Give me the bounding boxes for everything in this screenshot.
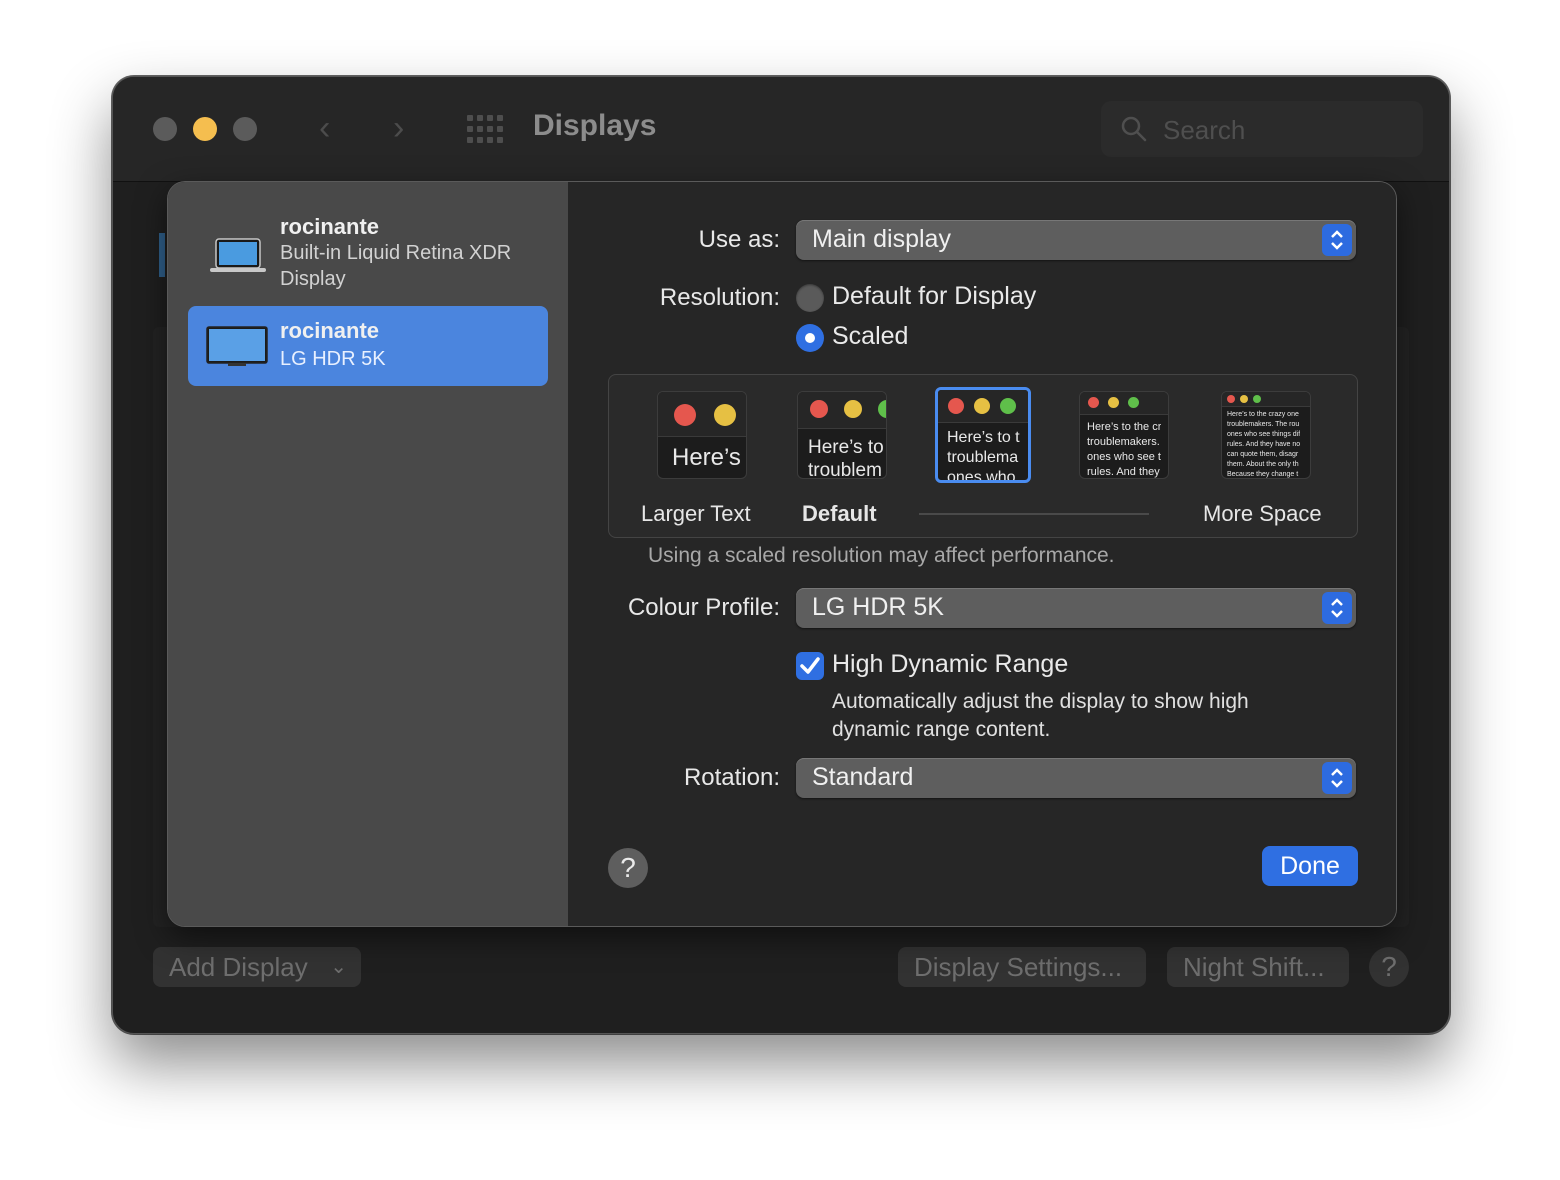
radio-scaled[interactable]: [796, 324, 824, 352]
scale-label-more-space: More Space: [1203, 501, 1322, 526]
display-name: rocinante: [280, 318, 380, 343]
display-settings-panel: Use as: Main display Resolution: Default…: [568, 182, 1396, 926]
window-dot-icon: [1000, 398, 1016, 414]
add-display-button[interactable]: Add Display ⌄: [153, 947, 361, 987]
displays-window: ‹ › Displays Search Add Display ⌄ Displa…: [112, 76, 1450, 1034]
display-name: rocinante: [280, 214, 380, 239]
back-chevron-icon[interactable]: ‹: [319, 111, 330, 145]
window-dot-icon: [674, 404, 696, 426]
help-button-background[interactable]: ?: [1369, 947, 1409, 987]
window-dot-icon: [1088, 397, 1099, 408]
colour-profile-value: LG HDR 5K: [812, 593, 944, 621]
hdr-label: High Dynamic Range: [832, 650, 1069, 678]
rotation-value: Standard: [812, 763, 914, 791]
monitor-icon: [206, 326, 268, 366]
hdr-description: Automatically adjust the display to show…: [832, 690, 1249, 741]
scale-preview-text: Here’s to t troublema ones who: [947, 429, 1020, 483]
laptop-icon: [210, 238, 266, 272]
performance-note: Using a scaled resolution may affect per…: [648, 544, 1115, 567]
display-settings-sheet: rocinante Built-in Liquid Retina XDR Dis…: [167, 181, 1397, 927]
use-as-popup[interactable]: Main display: [796, 220, 1356, 260]
search-placeholder: Search: [1163, 115, 1246, 145]
up-down-chevron-icon: [1322, 592, 1352, 624]
scale-label-larger-text: Larger Text: [641, 501, 751, 526]
radio-default-label: Default for Display: [832, 282, 1037, 310]
rotation-popup[interactable]: Standard: [796, 758, 1356, 798]
zoom-button[interactable]: [233, 117, 257, 141]
up-down-chevron-icon: [1322, 762, 1352, 794]
radio-default-for-display[interactable]: [796, 284, 824, 312]
scaled-resolution-picker: Here’s Here’s to troublem Here’s to t tr…: [608, 374, 1358, 538]
display-subtitle: Built-in Liquid Retina XDR Display: [280, 242, 512, 290]
window-dot-icon: [1253, 395, 1261, 403]
display-settings-button[interactable]: Display Settings...: [898, 947, 1146, 987]
scale-option-smaller[interactable]: Here’s to the cr troublemakers. ones who…: [1079, 391, 1169, 479]
scale-option-more-space[interactable]: Here’s to the crazy one troublemakers. T…: [1221, 391, 1311, 479]
colour-profile-label: Colour Profile:: [627, 594, 780, 621]
title-bar: ‹ › Displays Search: [113, 77, 1449, 182]
scale-label-default: Default: [802, 501, 877, 526]
window-dot-icon: [714, 404, 736, 426]
window-dot-icon: [810, 400, 828, 418]
chevron-down-icon: ⌄: [330, 956, 347, 978]
checkmark-icon: [800, 657, 820, 674]
scale-preview-text: Here’s to troublem: [808, 437, 884, 479]
scale-track-line: [919, 513, 1149, 515]
scale-preview-text: Here’s to the cr troublemakers. ones who…: [1087, 421, 1162, 478]
resolution-label: Resolution:: [659, 284, 780, 311]
window-dot-icon: [974, 398, 990, 414]
display-item-builtin[interactable]: rocinante Built-in Liquid Retina XDR Dis…: [188, 204, 548, 300]
scale-option-larger-text[interactable]: Here’s: [657, 391, 747, 479]
scale-preview-text: Here’s: [672, 444, 741, 471]
close-button[interactable]: [153, 117, 177, 141]
window-title: Displays: [533, 109, 657, 142]
help-button[interactable]: ?: [608, 848, 648, 888]
add-display-label: Add Display: [169, 952, 308, 982]
scale-preview-text: Here’s to the crazy one troublemakers. T…: [1227, 411, 1301, 478]
display-item-lg[interactable]: rocinante LG HDR 5K: [188, 306, 548, 386]
scale-option-default[interactable]: Here’s to troublem: [797, 391, 887, 479]
search-icon: [1121, 116, 1147, 142]
forward-chevron-icon[interactable]: ›: [393, 111, 404, 145]
minimize-button[interactable]: [193, 117, 217, 141]
search-field[interactable]: Search: [1101, 101, 1423, 157]
hdr-checkbox[interactable]: [796, 652, 824, 680]
window-dot-icon: [1108, 397, 1119, 408]
radio-scaled-label: Scaled: [832, 322, 909, 350]
up-down-chevron-icon: [1322, 224, 1352, 256]
display-list-sidebar: rocinante Built-in Liquid Retina XDR Dis…: [168, 182, 568, 926]
bottom-toolbar: Add Display ⌄ Display Settings... Night …: [113, 947, 1449, 1007]
rotation-label: Rotation:: [683, 764, 780, 791]
display-subtitle: LG HDR 5K: [280, 348, 386, 370]
window-dot-icon: [1227, 395, 1235, 403]
background-selection-strip: [159, 233, 165, 277]
window-dot-icon: [1128, 397, 1139, 408]
window-dot-icon: [948, 398, 964, 414]
window-dot-icon: [844, 400, 862, 418]
night-shift-button[interactable]: Night Shift...: [1167, 947, 1349, 987]
scale-option-selected[interactable]: Here’s to t troublema ones who: [935, 387, 1031, 483]
use-as-label: Use as:: [698, 226, 780, 253]
done-button[interactable]: Done: [1262, 846, 1358, 886]
use-as-value: Main display: [812, 225, 951, 253]
window-dot-icon: [1240, 395, 1248, 403]
show-all-grid-icon[interactable]: [467, 115, 503, 143]
colour-profile-popup[interactable]: LG HDR 5K: [796, 588, 1356, 628]
